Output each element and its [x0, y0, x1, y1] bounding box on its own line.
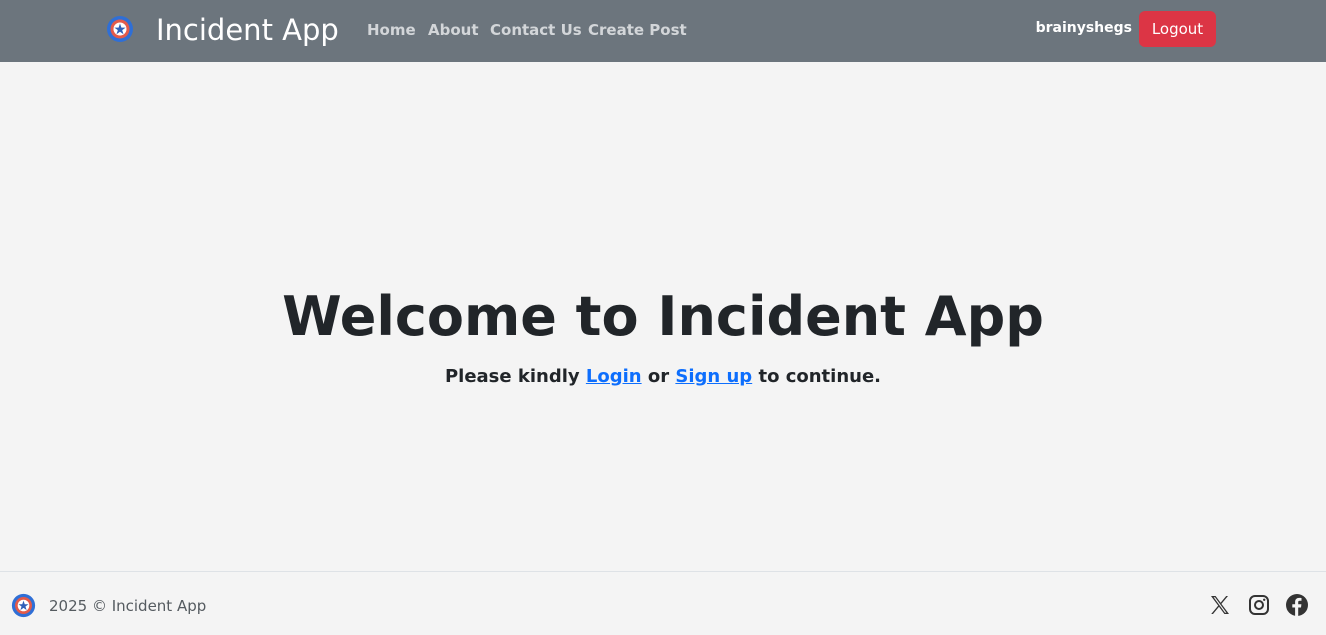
- facebook-icon[interactable]: [1285, 593, 1309, 617]
- signup-link[interactable]: Sign up: [675, 366, 752, 387]
- hero-section: Welcome to Incident App Please kindly Lo…: [0, 62, 1326, 571]
- login-link[interactable]: Login: [586, 366, 642, 387]
- footer-logo-icon: [11, 593, 36, 618]
- footer-copyright: 2025 © Incident App: [49, 597, 207, 615]
- instagram-icon[interactable]: [1247, 593, 1271, 617]
- brand-title[interactable]: Incident App: [156, 11, 339, 49]
- subtitle-suffix: to continue.: [752, 366, 882, 387]
- nav-link-home[interactable]: Home: [367, 20, 416, 40]
- navbar: Incident App Home About Contact Us Creat…: [0, 0, 1326, 62]
- incident-logo-icon[interactable]: [106, 15, 134, 43]
- nav-link-create-post[interactable]: Create Post: [588, 20, 687, 40]
- nav-link-about[interactable]: About: [428, 20, 479, 40]
- subtitle-middle: or: [641, 366, 676, 387]
- username-label: brainyshegs: [1035, 20, 1132, 36]
- logout-button[interactable]: Logout: [1139, 11, 1216, 47]
- subtitle-prefix: Please kindly: [444, 366, 586, 387]
- footer: 2025 © Incident App: [0, 571, 1326, 635]
- page-title: Welcome to Incident App: [282, 285, 1044, 348]
- hero-subtitle: Please kindly Login or Sign up to contin…: [0, 365, 1326, 389]
- x-icon[interactable]: [1208, 593, 1232, 617]
- nav-link-contact-us[interactable]: Contact Us: [490, 20, 582, 40]
